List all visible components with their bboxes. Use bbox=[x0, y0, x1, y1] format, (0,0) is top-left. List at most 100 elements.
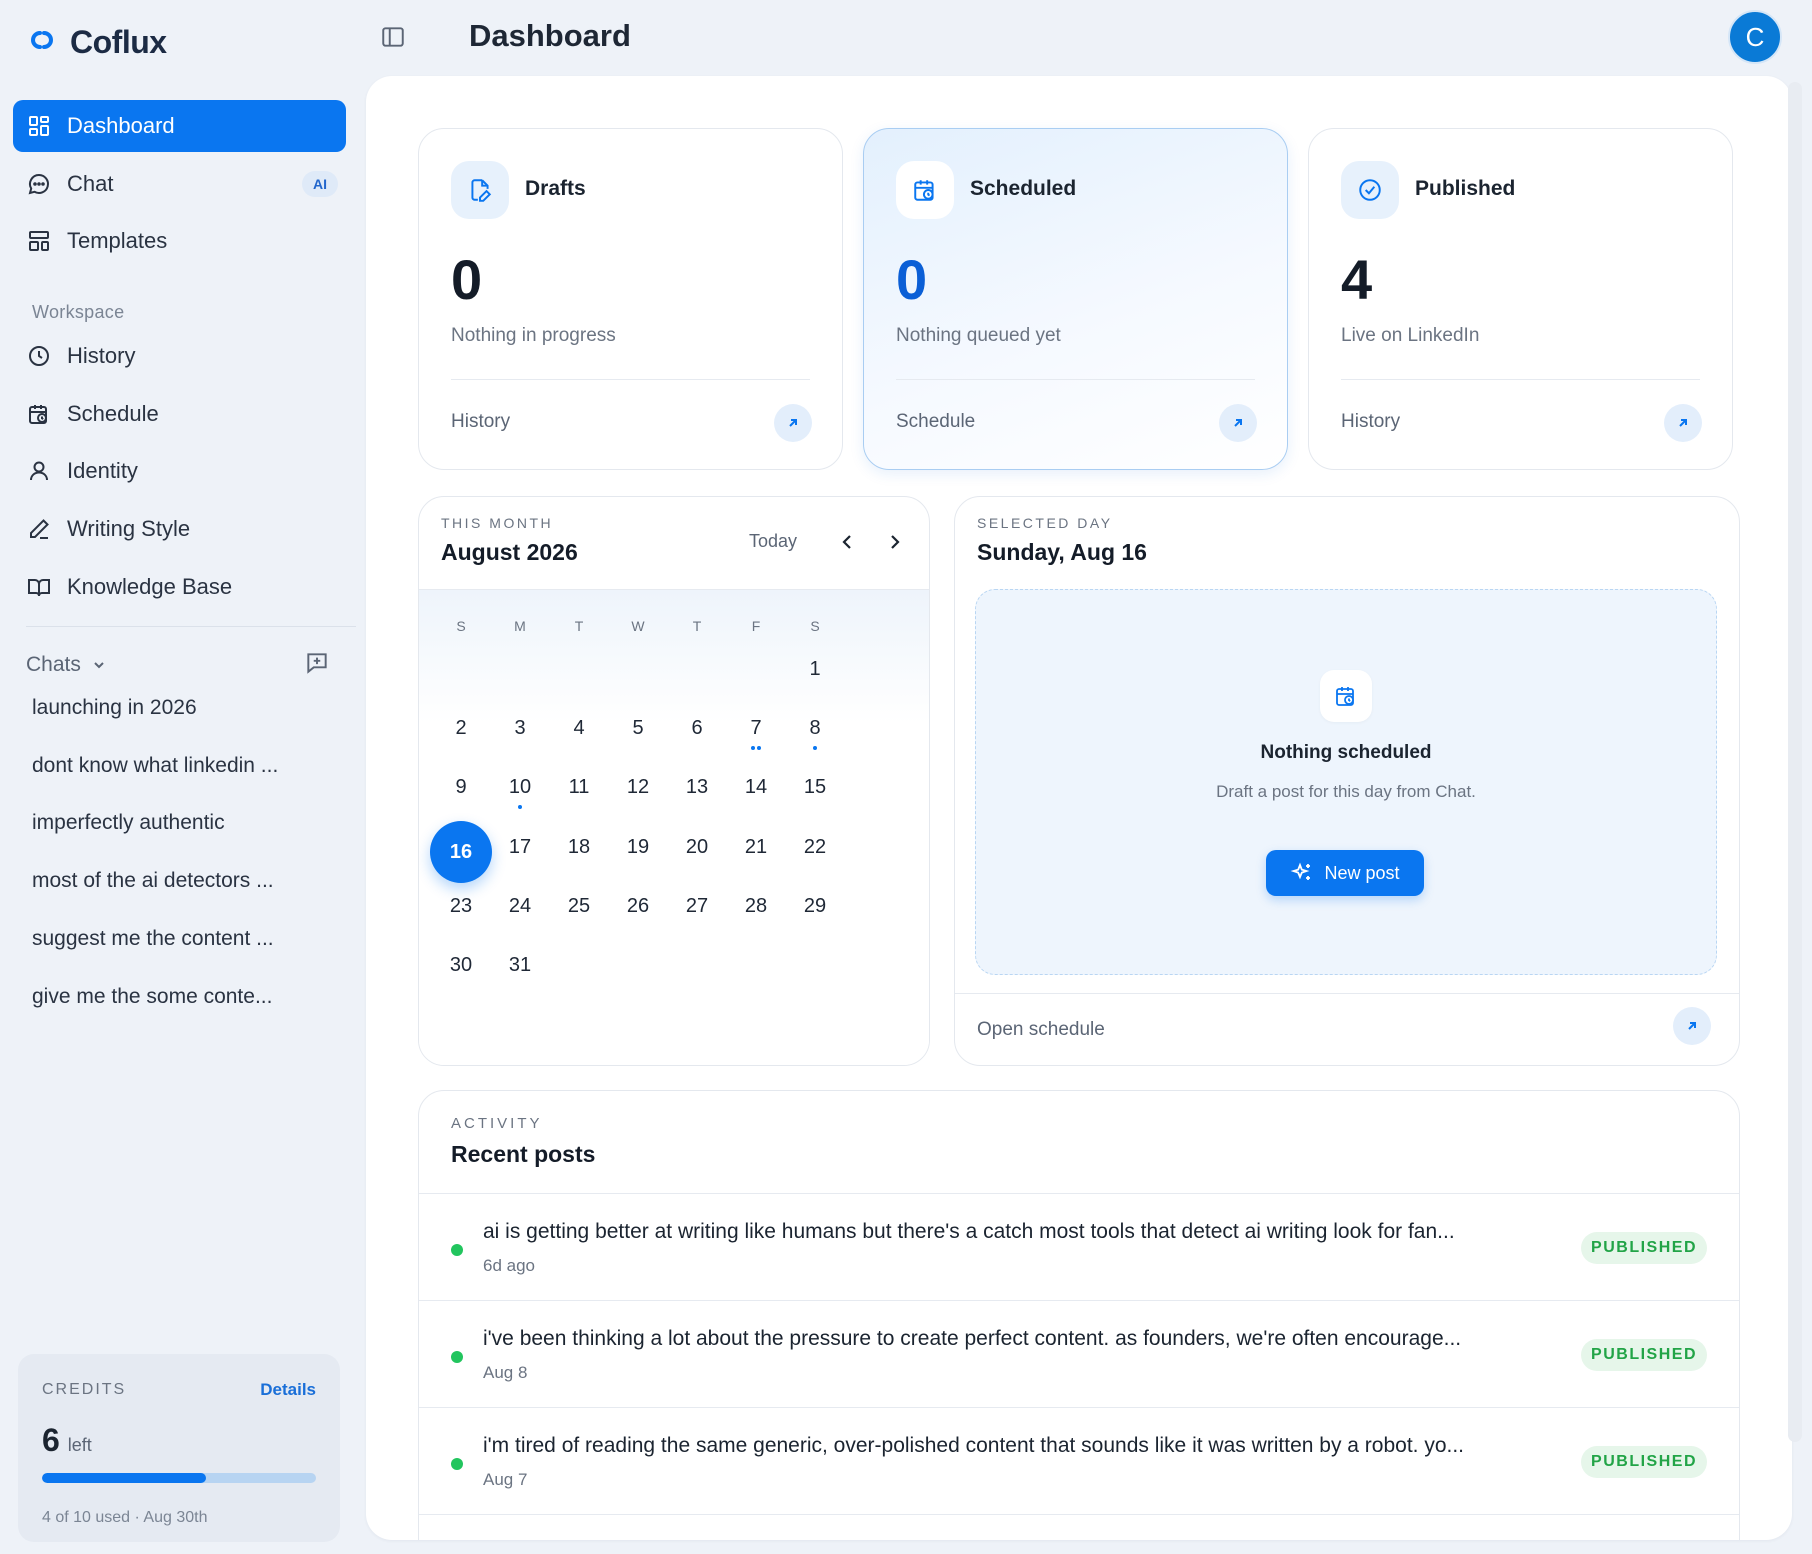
open-schedule-link[interactable]: Open schedule bbox=[977, 1019, 1105, 1041]
weekday-label: S bbox=[456, 618, 466, 634]
calendar-day[interactable]: 23 bbox=[431, 895, 491, 918]
published-card[interactable]: Published 4 Live on LinkedIn History bbox=[1308, 128, 1733, 470]
chevron-right-icon bbox=[891, 535, 900, 549]
chat-history-item[interactable]: most of the ai detectors ... bbox=[32, 869, 332, 893]
weekday-label: T bbox=[574, 618, 584, 634]
calendar-day[interactable]: 6 bbox=[667, 717, 727, 740]
calendar-day[interactable]: 25 bbox=[549, 895, 609, 918]
status-dot bbox=[451, 1244, 463, 1256]
calendar-day[interactable]: 18 bbox=[549, 836, 609, 859]
calendar-day[interactable]: 29 bbox=[785, 895, 845, 918]
sidebar-item-schedule[interactable]: Schedule bbox=[13, 388, 346, 440]
weekday-label: W bbox=[631, 618, 645, 634]
selected-day-eyebrow: SELECTED DAY bbox=[977, 515, 1113, 531]
post-date: Aug 7 bbox=[483, 1470, 528, 1489]
chat-history-item[interactable]: dont know what linkedin ... bbox=[32, 754, 332, 778]
calendar-day[interactable]: 27 bbox=[667, 895, 727, 918]
calendar-day[interactable]: 12 bbox=[608, 776, 668, 799]
today-button[interactable]: Today bbox=[749, 531, 797, 552]
brand-name: Coflux bbox=[70, 24, 167, 60]
sidebar-item-label: Chat bbox=[67, 171, 114, 196]
status-badge: PUBLISHED bbox=[1581, 1232, 1707, 1264]
calendar-day[interactable]: 10 bbox=[490, 776, 550, 799]
calendar-day[interactable]: 5 bbox=[608, 717, 668, 740]
open-arrow-button[interactable] bbox=[1664, 404, 1702, 442]
activity-eyebrow: ACTIVITY bbox=[451, 1115, 543, 1132]
chats-toggle[interactable]: Chats bbox=[26, 653, 107, 677]
credits-details-link[interactable]: Details bbox=[260, 1380, 316, 1400]
calendar-day[interactable]: 21 bbox=[726, 836, 786, 859]
calendar-day[interactable]: 9 bbox=[431, 776, 491, 799]
status-badge: PUBLISHED bbox=[1581, 1339, 1707, 1371]
new-chat-icon bbox=[307, 652, 327, 674]
stat-link[interactable]: History bbox=[451, 411, 510, 433]
sidebar-item-identity[interactable]: Identity bbox=[13, 445, 346, 497]
sidebar-item-label: Knowledge Base bbox=[67, 574, 233, 599]
sidebar-item-label: Identity bbox=[67, 458, 138, 483]
calendar-clock-icon bbox=[29, 405, 47, 424]
calendar-day[interactable]: 3 bbox=[490, 717, 550, 740]
calendar-day[interactable]: 30 bbox=[431, 954, 491, 977]
scheduled-card[interactable]: Scheduled 0 Nothing queued yet Schedule bbox=[863, 128, 1288, 470]
empty-state: Nothing scheduled Draft a post for this … bbox=[975, 589, 1717, 975]
calendar-day[interactable]: 28 bbox=[726, 895, 786, 918]
sidebar-item-dashboard[interactable]: Dashboard bbox=[13, 100, 346, 152]
coflux-logo-icon bbox=[28, 27, 56, 58]
sidebar-item-writing-style[interactable]: Writing Style bbox=[13, 503, 346, 555]
chat-history-item[interactable]: give me the some conte... bbox=[32, 985, 332, 1009]
chat-history-item[interactable]: launching in 2026 bbox=[32, 696, 332, 720]
sidebar-item-knowledge-base[interactable]: Knowledge Base bbox=[13, 561, 346, 613]
prev-month-button[interactable] bbox=[837, 531, 859, 558]
calendar-day[interactable]: 20 bbox=[667, 836, 727, 859]
open-arrow-button[interactable] bbox=[1219, 404, 1257, 442]
calendar-day[interactable]: 14 bbox=[726, 776, 786, 799]
calendar-day[interactable]: 19 bbox=[608, 836, 668, 859]
brand[interactable]: Coflux bbox=[28, 24, 167, 61]
sidebar-item-label: Templates bbox=[67, 228, 168, 253]
chat-history-item[interactable]: imperfectly authentic bbox=[32, 811, 332, 835]
recent-post-row[interactable]: i'm tired of reading the same generic, o… bbox=[419, 1408, 1739, 1514]
chat-bubble-icon bbox=[28, 173, 49, 195]
calendar-day-selected[interactable]: 16 bbox=[430, 821, 492, 883]
scrollbar[interactable] bbox=[1788, 82, 1802, 1442]
stat-title: Published bbox=[1415, 177, 1516, 200]
new-chat-button[interactable] bbox=[304, 650, 330, 681]
stat-link[interactable]: Schedule bbox=[896, 411, 975, 433]
drafts-card[interactable]: Drafts 0 Nothing in progress History bbox=[418, 128, 843, 470]
sidebar-item-label: History bbox=[67, 343, 136, 368]
calendar-day[interactable]: 26 bbox=[608, 895, 668, 918]
post-date: Aug 8 bbox=[483, 1363, 528, 1382]
new-post-button[interactable]: New post bbox=[1266, 850, 1424, 896]
avatar[interactable]: C bbox=[1728, 10, 1782, 64]
calendar-day[interactable]: 17 bbox=[490, 836, 550, 859]
sidebar-item-label: Dashboard bbox=[67, 113, 175, 138]
credits-usage-text: 4 of 10 used · Aug 30th bbox=[42, 1509, 208, 1526]
calendar-day[interactable]: 7 bbox=[726, 717, 786, 740]
calendar-day[interactable]: 31 bbox=[490, 954, 550, 977]
stat-link[interactable]: History bbox=[1341, 411, 1400, 433]
sidebar-item-templates[interactable]: Templates bbox=[13, 215, 346, 267]
open-arrow-button[interactable] bbox=[774, 404, 812, 442]
calendar-day[interactable]: 2 bbox=[431, 717, 491, 740]
calendar-day[interactable]: 15 bbox=[785, 776, 845, 799]
calendar-day[interactable]: 11 bbox=[549, 776, 609, 799]
calendar-day[interactable]: 24 bbox=[490, 895, 550, 918]
sidebar-item-history[interactable]: History bbox=[13, 330, 346, 382]
sidebar-toggle-button[interactable] bbox=[380, 24, 406, 55]
weekday-label: T bbox=[692, 618, 702, 634]
calendar-grid: S M T W T F S 1 2 3 4 5 6 7 8 9 10 11 12 13 14 15 16 17 18 19 20 21… bbox=[419, 589, 929, 1065]
workspace-section-label: Workspace bbox=[32, 302, 125, 322]
chat-history-item[interactable]: suggest me the content ... bbox=[32, 927, 332, 951]
open-arrow-button[interactable] bbox=[1673, 1007, 1711, 1045]
recent-post-row[interactable]: ai is getting better at writing like hum… bbox=[419, 1194, 1739, 1300]
arrow-up-right-icon bbox=[1679, 419, 1687, 427]
calendar-day[interactable]: 22 bbox=[785, 836, 845, 859]
sidebar-item-chat[interactable]: Chat AI bbox=[13, 158, 346, 210]
calendar-day[interactable]: 8 bbox=[785, 717, 845, 740]
selected-day-card: SELECTED DAY Sunday, Aug 16 Nothing sche… bbox=[954, 496, 1740, 1066]
next-month-button[interactable] bbox=[883, 531, 905, 558]
calendar-day[interactable]: 1 bbox=[785, 658, 845, 681]
calendar-day[interactable]: 13 bbox=[667, 776, 727, 799]
recent-post-row[interactable]: i've been thinking a lot about the press… bbox=[419, 1301, 1739, 1407]
calendar-day[interactable]: 4 bbox=[549, 717, 609, 740]
